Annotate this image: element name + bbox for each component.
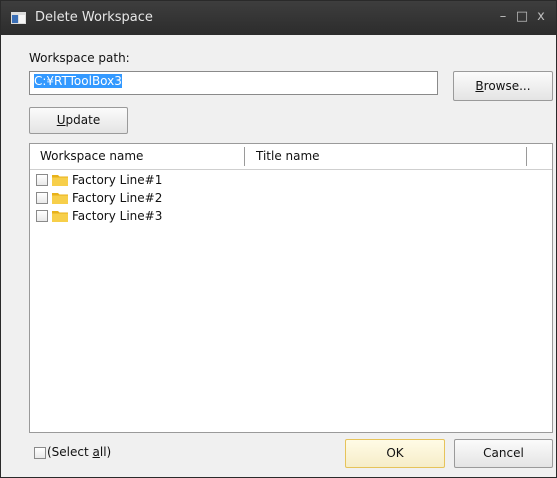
update-label-rest: pdate <box>65 113 101 127</box>
checkbox-icon[interactable] <box>36 210 48 222</box>
close-icon[interactable]: x <box>533 9 549 25</box>
select-all-label[interactable]: (Select all) <box>47 445 111 459</box>
column-divider[interactable] <box>526 147 527 166</box>
cancel-button[interactable]: Cancel <box>454 439 553 468</box>
checkbox-icon[interactable] <box>36 174 48 186</box>
maximize-icon[interactable]: □ <box>514 9 530 25</box>
select-all-prefix: (Select <box>47 445 93 459</box>
window-title: Delete Workspace <box>35 10 153 25</box>
ok-button[interactable]: OK <box>345 439 445 468</box>
column-title-name[interactable]: Title name <box>256 149 320 163</box>
title-bar[interactable]: Delete Workspace – □ x <box>1 1 556 35</box>
update-accel: U <box>56 113 66 127</box>
window-icon <box>11 12 26 24</box>
column-divider[interactable] <box>244 147 245 166</box>
browse-label-rest: rowse... <box>483 79 531 93</box>
workspace-path-value: C:¥RTToolBox3 <box>34 74 122 88</box>
column-workspace-name[interactable]: Workspace name <box>40 149 143 163</box>
workspace-path-input[interactable]: C:¥RTToolBox3 <box>29 71 438 95</box>
select-all-accel: a <box>92 445 100 459</box>
workspace-path-label: Workspace path: <box>29 51 130 65</box>
workspace-list[interactable]: Workspace name Title name Factory Line#1… <box>29 143 553 433</box>
folder-icon <box>52 211 68 222</box>
workspace-name: Factory Line#3 <box>72 209 163 223</box>
browse-button[interactable]: Browse... <box>453 71 553 101</box>
list-header: Workspace name Title name <box>30 144 552 170</box>
folder-icon <box>52 193 68 204</box>
checkbox-icon[interactable] <box>36 192 48 204</box>
delete-workspace-dialog: Delete Workspace – □ x Workspace path: C… <box>0 0 557 478</box>
minimize-icon[interactable]: – <box>495 9 511 25</box>
workspace-name: Factory Line#2 <box>72 191 163 205</box>
select-all-checkbox[interactable] <box>34 447 46 459</box>
update-button[interactable]: Update <box>29 107 128 134</box>
select-all-suffix: ll) <box>99 445 112 459</box>
workspace-name: Factory Line#1 <box>72 173 163 187</box>
browse-accel: B <box>475 79 484 93</box>
folder-icon <box>52 175 68 186</box>
